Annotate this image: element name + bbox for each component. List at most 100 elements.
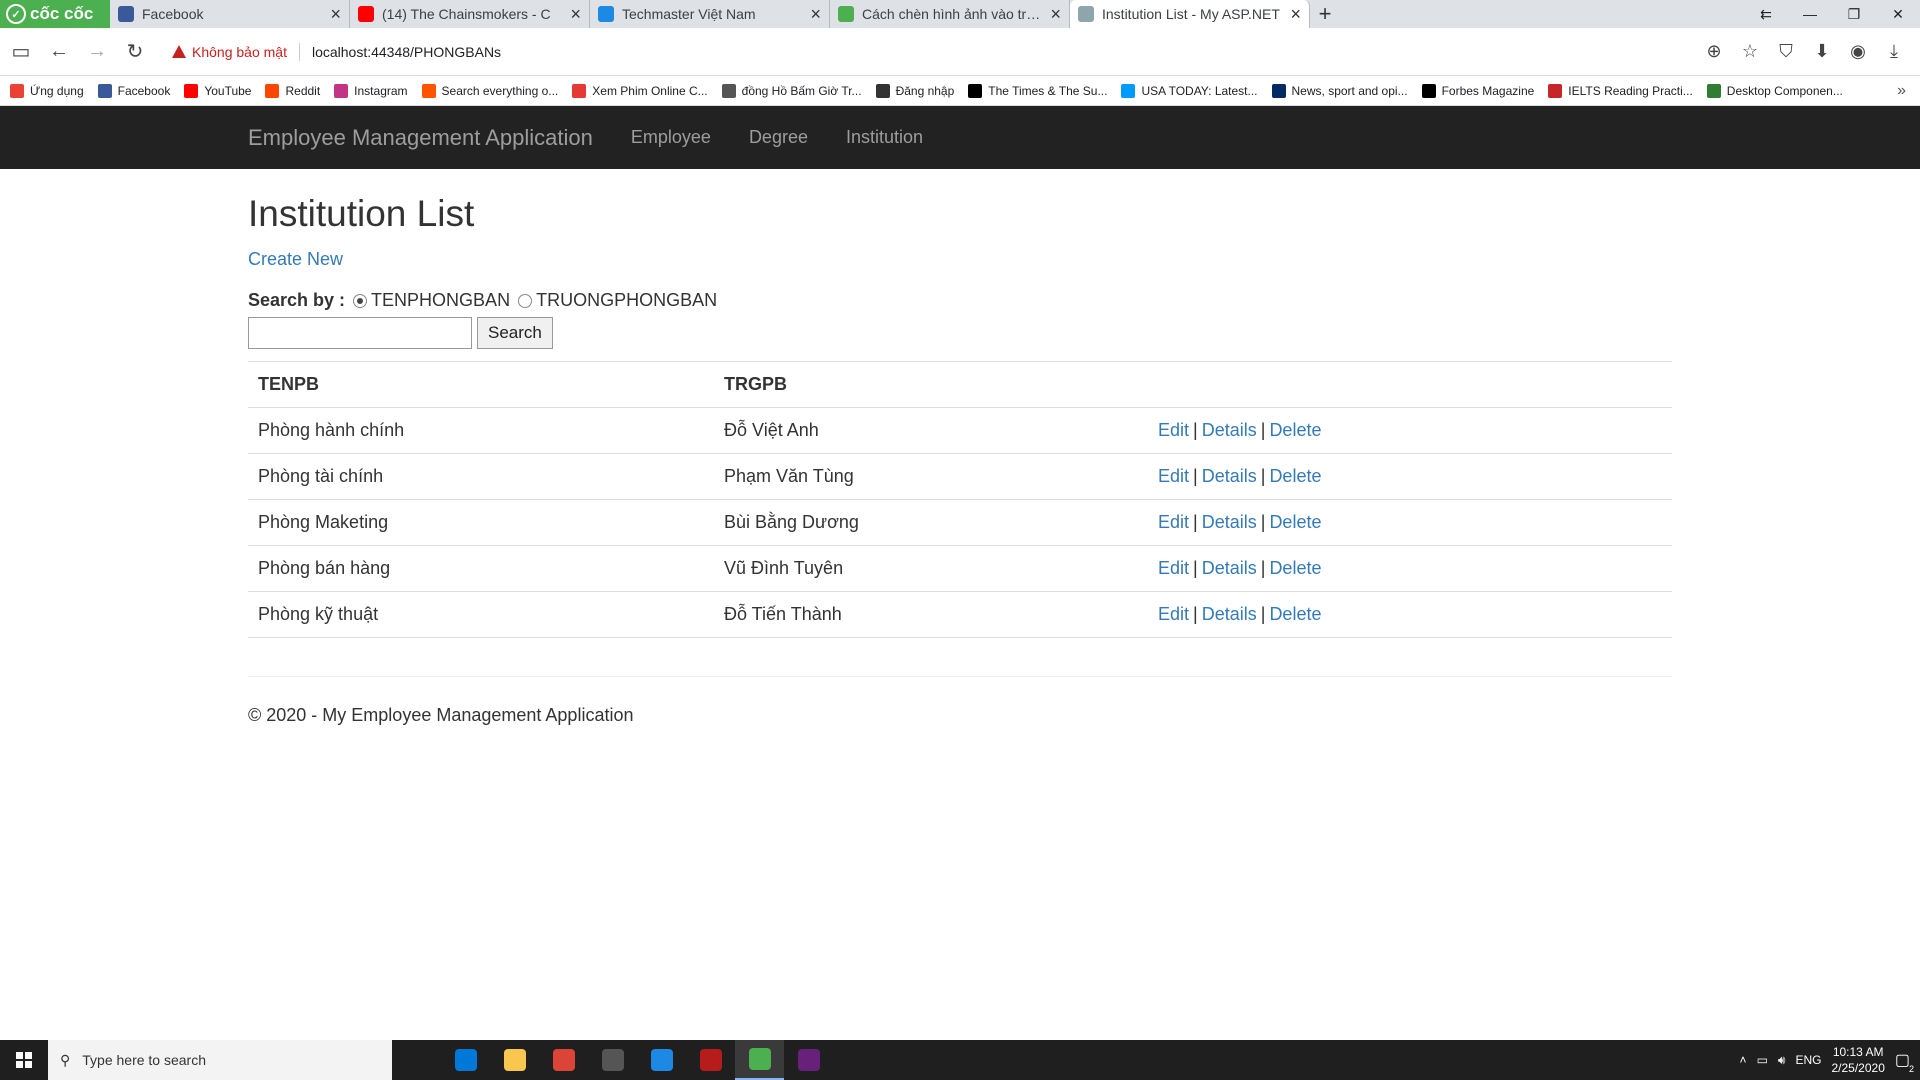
bookmark-item[interactable]: đồng Hồ Bấm Giờ Tr...: [721, 83, 862, 98]
bookmark-item[interactable]: Facebook: [97, 83, 170, 98]
taskbar-search[interactable]: ⚲ Type here to search: [48, 1040, 392, 1080]
bookmark-icon: [572, 83, 587, 98]
minimize-button[interactable]: —: [1788, 6, 1832, 22]
clock[interactable]: 10:13 AM 2/25/2020: [1831, 1044, 1884, 1076]
download-icon[interactable]: ⤓: [1882, 41, 1906, 62]
coccoc-logo-icon: ✓: [6, 4, 26, 24]
bookmarks-overflow-icon[interactable]: »: [1897, 82, 1920, 100]
action-separator: |: [1260, 512, 1266, 532]
tab-close-icon[interactable]: ×: [1050, 4, 1061, 25]
volume-icon[interactable]: 🔊︎: [1778, 1053, 1786, 1068]
bookmark-item[interactable]: The Times & The Su...: [968, 83, 1107, 98]
bookmark-item[interactable]: Desktop Componen...: [1706, 83, 1843, 98]
bookmark-item[interactable]: Ứng dụng: [10, 83, 84, 98]
search-button[interactable]: Search: [477, 317, 553, 349]
techmaster-icon: [598, 6, 614, 22]
create-new-link[interactable]: Create New: [248, 249, 343, 270]
url-text[interactable]: localhost:44348/PHONGBANs: [312, 44, 501, 60]
details-link[interactable]: Details: [1202, 558, 1257, 578]
details-link[interactable]: Details: [1202, 420, 1257, 440]
delete-link[interactable]: Delete: [1269, 604, 1321, 624]
taskbar-app[interactable]: [784, 1040, 833, 1080]
close-window-button[interactable]: ✕: [1876, 6, 1920, 23]
profile-icon[interactable]: ◉: [1846, 41, 1870, 62]
radio-truongphongban[interactable]: [518, 293, 533, 308]
bookmark-item[interactable]: Xem Phim Online C...: [572, 83, 708, 98]
nav-employee[interactable]: Employee: [631, 127, 711, 148]
delete-link[interactable]: Delete: [1269, 558, 1321, 578]
action-separator: |: [1193, 466, 1198, 486]
header-trgpb: TRGPB: [714, 361, 1148, 408]
camera-icon: [601, 1049, 624, 1071]
nav-institution[interactable]: Institution: [846, 127, 923, 148]
coccoc-logo[interactable]: ✓ cốc cốc: [0, 0, 110, 28]
bookmark-item[interactable]: News, sport and opi...: [1271, 83, 1408, 98]
security-warning[interactable]: Không bảo mật: [172, 44, 287, 60]
details-link[interactable]: Details: [1202, 466, 1257, 486]
edit-link[interactable]: Edit: [1158, 420, 1189, 440]
cell-trgpb: Đỗ Việt Anh: [714, 407, 1148, 454]
download-manager-icon[interactable]: ⬇: [1810, 41, 1834, 62]
tab-close-icon[interactable]: ×: [330, 4, 341, 25]
bookmark-item[interactable]: Forbes Magazine: [1421, 83, 1534, 98]
browser-tab[interactable]: Cách chèn hình ảnh vào trang ×: [830, 0, 1070, 28]
table-header-row: TENPB TRGPB: [248, 361, 1672, 408]
browser-tab[interactable]: Facebook ×: [110, 0, 350, 28]
search-input[interactable]: [248, 317, 472, 349]
details-link[interactable]: Details: [1202, 604, 1257, 624]
notification-icon[interactable]: ▢ 2: [1895, 1050, 1914, 1074]
start-button[interactable]: [0, 1040, 48, 1080]
bookmark-item[interactable]: USA TODAY: Latest...: [1121, 83, 1258, 98]
tray-chevron-icon[interactable]: ˄: [1740, 1053, 1747, 1067]
back-button[interactable]: ←: [42, 35, 76, 69]
delete-link[interactable]: Delete: [1269, 466, 1321, 486]
taskbar-app[interactable]: [686, 1040, 735, 1080]
shield-icon[interactable]: ⛉: [1774, 41, 1798, 62]
header-tenpb: TENPB: [248, 361, 714, 408]
zoom-icon[interactable]: ⊕: [1702, 41, 1726, 62]
reload-button[interactable]: ↻: [118, 35, 152, 69]
tab-close-icon[interactable]: ×: [810, 4, 821, 25]
bookmark-icon: [1271, 83, 1286, 98]
delete-link[interactable]: Delete: [1269, 512, 1321, 532]
bookmark-item[interactable]: Reddit: [265, 83, 320, 98]
delete-link[interactable]: Delete: [1269, 420, 1321, 440]
taskbar-app[interactable]: [490, 1040, 539, 1080]
bookmark-item[interactable]: Search everything o...: [421, 83, 558, 98]
bookmark-item[interactable]: Instagram: [334, 83, 408, 98]
bookmark-label: IELTS Reading Practi...: [1568, 83, 1693, 98]
taskbar-app[interactable]: [735, 1040, 784, 1080]
browser-tab[interactable]: Techmaster Việt Nam ×: [590, 0, 830, 28]
omnibox-divider: [298, 42, 300, 61]
site-brand[interactable]: Employee Management Application: [248, 125, 593, 151]
taskbar-app[interactable]: [441, 1040, 490, 1080]
file-explorer-icon: [503, 1049, 526, 1071]
tab-close-icon[interactable]: ×: [1290, 4, 1301, 25]
taskbar-app[interactable]: [539, 1040, 588, 1080]
radio-tenphongban[interactable]: [353, 293, 368, 308]
details-link[interactable]: Details: [1202, 512, 1257, 532]
nav-degree[interactable]: Degree: [749, 127, 808, 148]
browser-tab[interactable]: Institution List - My ASP.NET ×: [1070, 0, 1310, 28]
bookmark-star-icon[interactable]: ☆: [1738, 41, 1762, 62]
taskbar-app[interactable]: [392, 1040, 441, 1080]
edit-link[interactable]: Edit: [1158, 558, 1189, 578]
browser-tab[interactable]: (14) The Chainsmokers - C ×: [350, 0, 590, 28]
bookmark-item[interactable]: Đăng nhập: [875, 83, 954, 98]
edit-link[interactable]: Edit: [1158, 512, 1189, 532]
bookmark-item[interactable]: YouTube: [184, 83, 251, 98]
tab-search-icon[interactable]: ⇇: [1744, 6, 1788, 23]
bookmark-item[interactable]: IELTS Reading Practi...: [1548, 83, 1693, 98]
edit-link[interactable]: Edit: [1158, 466, 1189, 486]
language-indicator[interactable]: ENG: [1795, 1053, 1821, 1067]
edit-link[interactable]: Edit: [1158, 604, 1189, 624]
network-icon[interactable]: ▭: [1757, 1053, 1768, 1067]
tab-close-icon[interactable]: ×: [570, 4, 581, 25]
taskbar-app[interactable]: [588, 1040, 637, 1080]
restore-button[interactable]: ❐: [1832, 6, 1876, 23]
omnibox[interactable]: Không bảo mật localhost:44348/PHONGBANs: [172, 42, 501, 61]
forward-button[interactable]: →: [80, 35, 114, 69]
taskbar-app[interactable]: [637, 1040, 686, 1080]
sidebar-toggle-icon[interactable]: ▭: [4, 35, 38, 69]
new-tab-button[interactable]: +: [1310, 0, 1340, 28]
